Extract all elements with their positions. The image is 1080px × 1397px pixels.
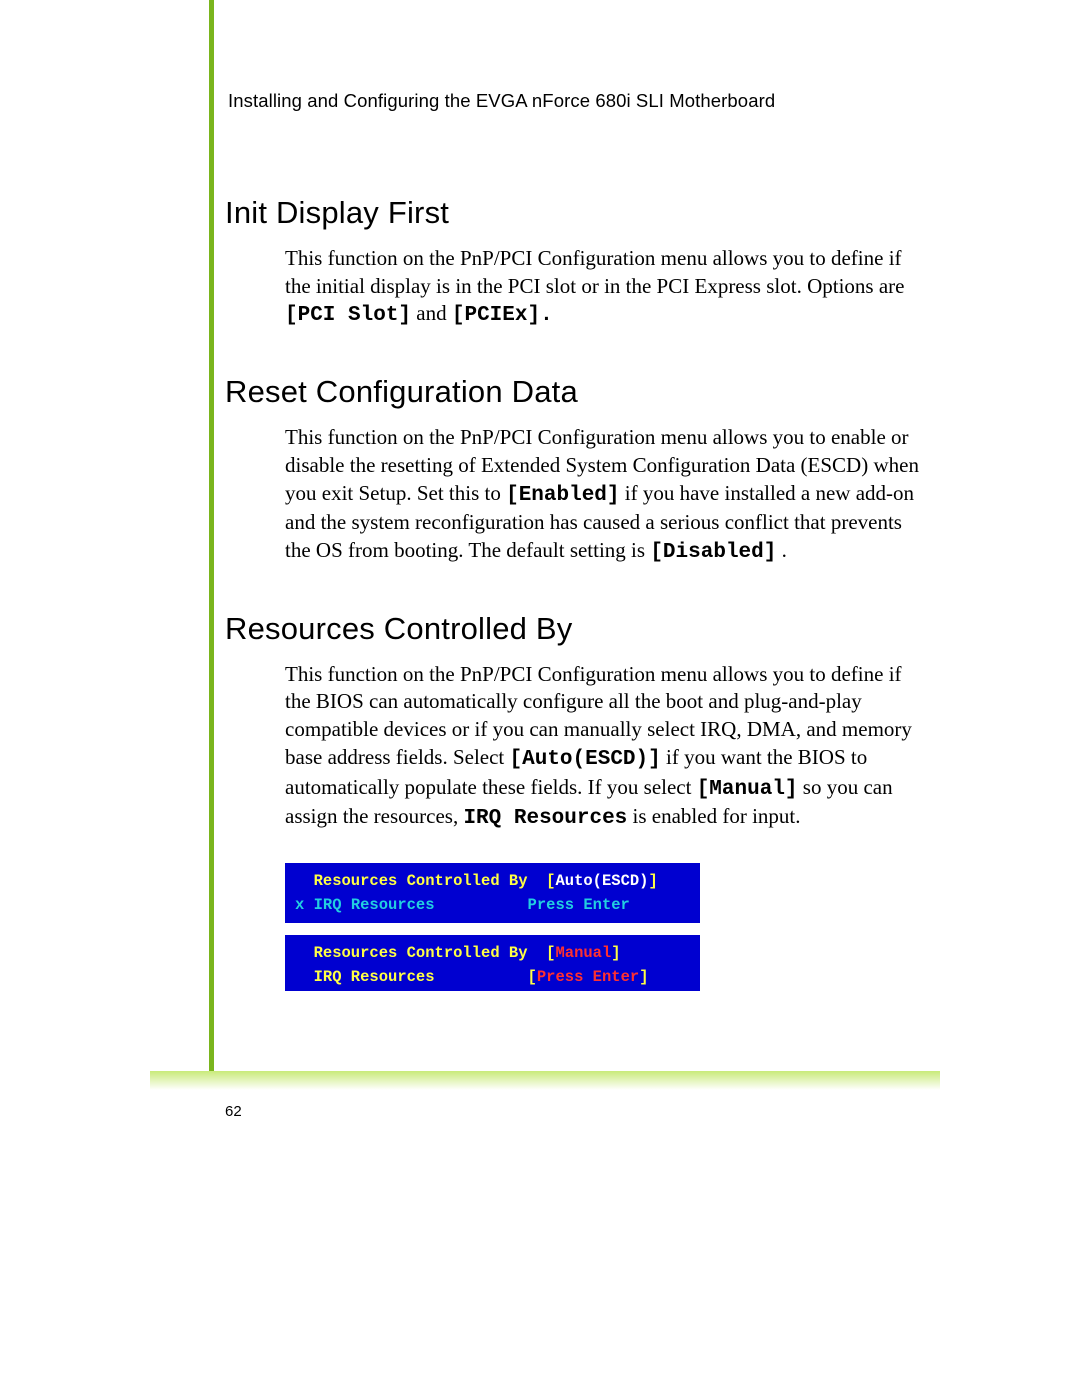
bios-row: Resources Controlled By [ Auto(ESCD) ] [295,869,686,893]
bios-action-press-enter: Press Enter [528,893,630,917]
heading-resources-controlled-by: Resources Controlled By [225,611,920,647]
option-enabled: [Enabled] [506,484,619,507]
body-text: This function on the PnP/PCI Configurati… [285,246,904,298]
bios-row: Resources Controlled By [ Manual ] [295,941,686,965]
body-text: and [416,301,452,325]
bios-field-irq-resources: IRQ Resources [314,893,528,917]
heading-reset-configuration-data: Reset Configuration Data [225,374,920,410]
bios-bracket: ] [648,869,657,893]
bios-bracket: ] [639,965,648,989]
section-init-display-first: Init Display First This function on the … [225,195,920,330]
label-irq-resources: IRQ Resources [463,807,627,830]
side-rule [209,0,214,1090]
bios-panel-manual: Resources Controlled By [ Manual ] IRQ R… [285,935,700,991]
body-text: is enabled for input. [633,804,801,828]
bios-option-manual: Manual [555,941,611,965]
bios-action-press-enter: Press Enter [537,965,639,989]
document-page: Installing and Configuring the EVGA nFor… [0,0,1080,1397]
bios-field-label: Resources Controlled By [295,869,546,893]
section-reset-configuration-data: Reset Configuration Data This function o… [225,374,920,567]
paragraph: This function on the PnP/PCI Configurati… [285,245,920,330]
option-auto-escd: [Auto(ESCD)] [510,748,661,771]
option-pci-slot: [PCI Slot] [285,304,411,327]
option-disabled: [Disabled] [650,541,776,564]
paragraph: This function on the PnP/PCI Configurati… [285,424,920,567]
footer-rule [150,1071,940,1090]
page-content: Init Display First This function on the … [225,195,920,991]
bios-row-marker: x [295,893,314,917]
bios-bracket: [ [546,941,555,965]
page-number: 62 [225,1103,242,1120]
running-head: Installing and Configuring the EVGA nFor… [228,90,775,112]
bios-row: IRQ Resources [ Press Enter ] [295,965,686,989]
bios-bracket: ] [611,941,620,965]
heading-init-display-first: Init Display First [225,195,920,231]
body-text: . [782,538,787,562]
option-pciex: [PCIEx]. [452,304,553,327]
paragraph: This function on the PnP/PCI Configurati… [285,661,920,833]
bios-row: x IRQ Resources Press Enter [295,893,686,917]
bios-bracket: [ [528,965,537,989]
bios-option-auto-escd: Auto(ESCD) [555,869,648,893]
section-resources-controlled-by: Resources Controlled By This function on… [225,611,920,991]
bios-panel-auto: Resources Controlled By [ Auto(ESCD) ] x… [285,863,700,923]
bios-field-irq-resources: IRQ Resources [295,965,528,989]
bios-field-label: Resources Controlled By [295,941,546,965]
option-manual: [Manual] [697,778,798,801]
bios-bracket: [ [546,869,555,893]
bios-examples: Resources Controlled By [ Auto(ESCD) ] x… [285,863,700,991]
